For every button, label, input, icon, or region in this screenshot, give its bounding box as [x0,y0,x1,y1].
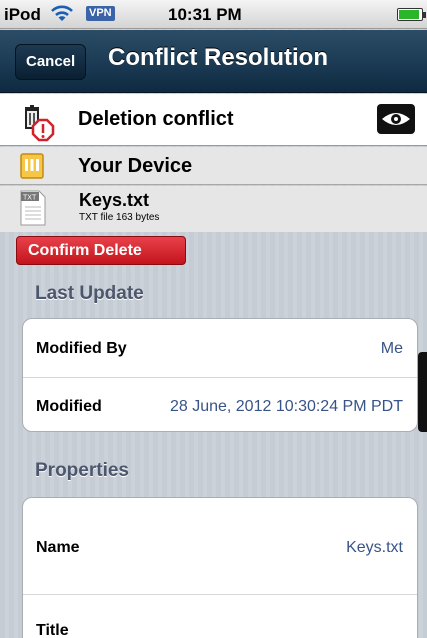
cell-label: Modified By [36,340,127,357]
txt-file-icon: TXT [20,190,46,226]
file-meta: TXT file 163 bytes [79,212,160,223]
section-header-properties: Properties [35,460,129,481]
cell-modified[interactable]: Modified 28 June, 2012 10:30:24 PM PDT [23,378,417,431]
wifi-icon [51,5,73,21]
carrier-label: iPod [4,5,41,24]
device-icon [20,153,44,179]
file-type-tag: TXT [23,195,37,202]
device-label: Your Device [78,155,193,177]
clock: 10:31 PM [168,5,242,24]
cell-value: 28 June, 2012 10:30:24 PM PDT [169,398,403,415]
conflict-warning-icon [25,105,55,142]
vpn-badge: VPN [86,6,115,21]
cell-name[interactable]: Name Keys.txt [23,498,417,595]
status-bar: iPod VPN 10:31 PM [0,0,427,29]
cell-title[interactable]: Title [23,595,417,638]
cell-label: Modified [36,398,102,415]
conflict-row: Deletion conflict [0,94,427,146]
battery-icon [397,8,426,21]
cell-modified-by[interactable]: Modified By Me [23,319,417,378]
eye-icon [382,113,410,125]
file-row: TXT Keys.txt TXT file 163 bytes [0,186,427,232]
device-row: Your Device [0,147,427,185]
cancel-button[interactable]: Cancel [15,44,87,80]
page-title: Conflict Resolution [108,44,328,71]
side-drawer-handle[interactable] [418,352,427,432]
navigation-bar: Cancel Conflict Resolution [0,30,427,93]
screen: iPod VPN 10:31 PM Cancel Conflict Resolu… [0,0,427,638]
cell-value: Keys.txt [346,539,403,556]
cell-label: Name [36,539,80,556]
section-header-last-update: Last Update [35,283,144,304]
confirm-delete-button[interactable]: Confirm Delete [16,236,186,265]
file-name: Keys.txt [79,190,150,210]
last-update-group: Modified By Me Modified 28 June, 2012 10… [22,318,418,432]
cell-label: Title [36,622,69,638]
preview-button[interactable] [377,104,415,134]
cell-value: Me [380,340,403,357]
conflict-label: Deletion conflict [78,108,234,130]
properties-group: Name Keys.txt Title [22,497,418,638]
